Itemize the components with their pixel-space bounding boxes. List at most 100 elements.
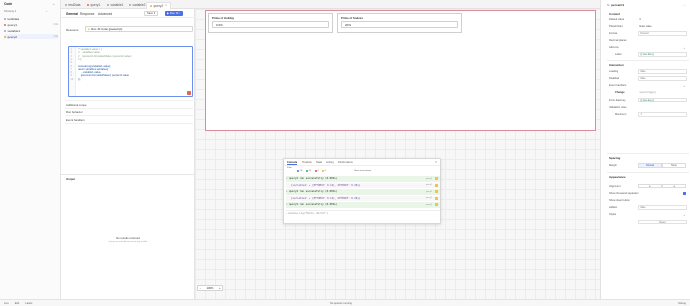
tab-response[interactable]: Response <box>80 12 94 16</box>
query-chip[interactable] <box>435 196 438 200</box>
tab-query2[interactable]: query2 ✕ <box>146 1 171 9</box>
save-button[interactable]: Save ▾ <box>144 11 159 16</box>
close-icon[interactable]: ✕ <box>435 161 437 164</box>
chevron-down-icon: ▾ <box>153 12 156 15</box>
warning-icon <box>322 170 324 172</box>
status-edit[interactable]: Edit <box>15 302 19 305</box>
tab-general[interactable]: General <box>66 12 78 16</box>
list-item-testdata[interactable]: testData <box>4 16 58 21</box>
add-icon[interactable]: + <box>683 213 685 217</box>
default-value-field[interactable]: 0 <box>638 17 687 22</box>
save-label: Save <box>147 12 153 15</box>
status-center: No queries running <box>330 301 352 305</box>
event-handlers-section[interactable]: Event handlers <box>66 118 85 122</box>
list-item-variable1[interactable]: variable1 <box>4 28 58 33</box>
query-chip[interactable] <box>435 177 438 181</box>
tab-label: variable1 <box>110 3 124 7</box>
component-name[interactable]: percent1 <box>611 3 624 7</box>
align-right-button[interactable]: ⇥ <box>662 183 686 189</box>
count-success[interactable]: 52 <box>306 170 311 172</box>
filter-label: Filter <box>287 166 292 169</box>
container-card[interactable]: Prime of Sodexo 20% <box>337 13 462 33</box>
hidden-field[interactable]: false <box>638 205 687 210</box>
add-icon[interactable]: + <box>53 2 55 6</box>
query-chip[interactable] <box>435 183 438 187</box>
section-spacing[interactable]: Spacing <box>609 156 620 160</box>
debug-console: Console Timeline State Linting Performan… <box>283 158 441 224</box>
code-editor[interactable]: 1 /* variable1.value = { 2 // variable1.… <box>68 46 193 97</box>
count-info[interactable]: 18 <box>297 170 302 172</box>
reset-styles-button[interactable]: Reset <box>638 219 687 225</box>
margin-none-button[interactable]: None <box>662 163 686 168</box>
section-content[interactable]: Content <box>609 12 620 16</box>
percent-input[interactable]: 0.0% <box>212 21 329 28</box>
field-label: Placeholder <box>609 25 623 28</box>
tab-linting[interactable]: Linting <box>326 161 334 164</box>
add-icon[interactable]: + <box>683 46 685 50</box>
query-chip[interactable] <box>435 203 438 207</box>
show-timestamps-toggle[interactable]: Show timestamps <box>354 170 371 172</box>
add-icon[interactable]: + <box>683 84 685 88</box>
event-action[interactable]: query2.trigger() <box>638 90 687 95</box>
tab-icon <box>87 4 89 6</box>
checkbox-checked[interactable] <box>683 192 686 195</box>
more-icon[interactable]: ⋯ <box>683 3 686 7</box>
code-line: // }; <box>78 57 82 61</box>
search-icon[interactable]: ⌕ <box>46 10 47 13</box>
debug-button[interactable]: Debug <box>678 302 686 305</box>
close-icon[interactable]: ✕ <box>165 4 167 7</box>
tab-advanced[interactable]: Advanced <box>98 12 112 16</box>
count-warning[interactable]: 0 <box>322 170 326 172</box>
section-interaction[interactable]: Interaction <box>609 63 624 67</box>
zoom-out-button[interactable]: − <box>200 287 202 290</box>
align-left-button[interactable]: ⇤ <box>638 183 662 189</box>
placeholder-field[interactable]: Enter value <box>638 24 687 29</box>
query-chip[interactable] <box>435 190 438 194</box>
tab-state[interactable]: State <box>316 161 322 164</box>
form-key-field[interactable]: {{ item.key }} <box>638 97 687 103</box>
tab-performance[interactable]: Performance <box>338 161 353 164</box>
margin-normal-button[interactable]: Normal <box>638 163 662 168</box>
tab-query1[interactable]: query1 <box>84 2 103 9</box>
tab-testdata[interactable]: testData <box>62 2 83 9</box>
list-item-query1[interactable]: query1 2.0s <box>4 22 58 27</box>
maximum-field[interactable]: 1 <box>638 112 687 117</box>
resource-value: Run JS Code (javascript) <box>91 26 123 31</box>
event-name[interactable]: Change <box>615 91 625 94</box>
label-field[interactable]: {{ item.title }} <box>638 52 687 57</box>
container-card[interactable]: Prime of Holiday 0.0% <box>208 13 333 33</box>
percent-value: 0.0% <box>216 22 223 27</box>
list-item-query2[interactable]: query2 1.0s <box>4 34 58 39</box>
play-icon: ▶ <box>167 12 169 15</box>
divider <box>65 107 193 109</box>
filter-text[interactable]: Showing 4 <box>4 10 16 13</box>
divider <box>65 100 193 101</box>
log-row: ✓ query2 ran successfully (0.003s) query… <box>286 202 440 208</box>
percent-input[interactable]: 20% <box>341 21 458 28</box>
expand-icon[interactable] <box>186 90 191 95</box>
field-label: Alignment <box>609 184 621 188</box>
list-item-label: testData <box>7 16 20 21</box>
format-select[interactable]: Percent <box>638 31 687 36</box>
zoom-in-button[interactable]: + <box>219 287 221 290</box>
tab-timeline[interactable]: Timeline <box>302 161 312 164</box>
empty-subtitle: Query ran and did not return any results <box>108 240 148 243</box>
field-label: Show thousand separator <box>609 192 639 195</box>
additional-scope-section[interactable]: Additional scope <box>66 103 87 107</box>
disabled-field[interactable]: false <box>638 76 687 81</box>
section-appearance[interactable]: Appearance <box>609 175 626 179</box>
tab-variable1[interactable]: variable1 <box>104 2 126 9</box>
run-button[interactable]: ▶ Run ⌘↵ <box>165 11 183 16</box>
status-latest[interactable]: Latest <box>25 302 32 305</box>
run-behavior-section[interactable]: Run behavior <box>66 110 83 114</box>
align-right-icon: ⇥ <box>672 184 675 188</box>
loading-field[interactable]: false <box>638 69 687 74</box>
console-input[interactable]: › console.log("Hello, World!") <box>286 210 440 216</box>
status-live[interactable]: Live <box>4 302 9 305</box>
field-label: Hidden <box>609 206 618 209</box>
count-error[interactable]: 0 <box>315 170 319 172</box>
field-label: Form data key <box>609 98 626 102</box>
zoom-level[interactable]: 100% <box>207 287 214 290</box>
tab-icon <box>129 4 131 6</box>
resource-select[interactable]: ■ Run JS Code (javascript) <box>85 25 193 32</box>
